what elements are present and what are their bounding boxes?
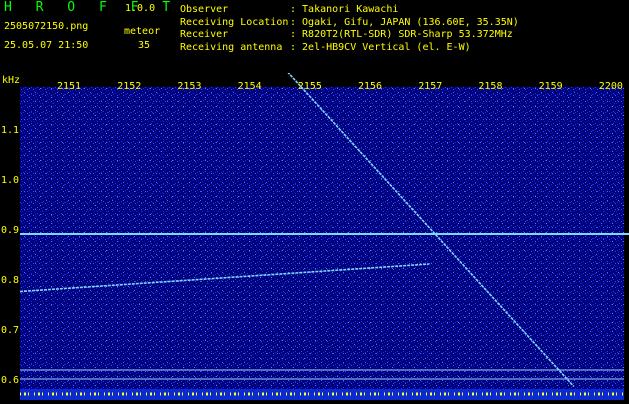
event-count: 35 xyxy=(138,40,151,51)
header-panel: H R O F F T 1.0.0 2505072150.png meteor … xyxy=(0,0,629,73)
y-unit-label: kHz xyxy=(2,75,20,86)
info-row-observer: Observer: Takanori Kawachi xyxy=(180,4,399,15)
x-tick-label: 2156 xyxy=(358,81,382,92)
app-version: 1.0.0 xyxy=(125,3,156,14)
info-row-receiver: Receiver: R820T2(RTL-SDR) SDR-Sharp 53.3… xyxy=(180,29,513,40)
y-tick-label: 0.8 xyxy=(1,275,19,286)
x-tick-label: 2158 xyxy=(478,81,502,92)
y-tick-label: 0.6 xyxy=(1,375,19,386)
station-info: Observer: Takanori Kawachi Receiving Loc… xyxy=(180,4,519,54)
y-tick-label: 1.1 xyxy=(1,125,19,136)
spectrogram-noise-overlay xyxy=(20,87,624,400)
event-label: meteor xyxy=(124,26,161,37)
x-tick-label: 2159 xyxy=(539,81,563,92)
x-tick-label: 2152 xyxy=(117,81,141,92)
y-tick-label: 0.7 xyxy=(1,325,19,336)
x-tick-label: 2154 xyxy=(238,81,262,92)
x-tick-label: 2200 xyxy=(599,81,623,92)
info-row-antenna: Receiving antenna: 2el-HB9CV Vertical (e… xyxy=(180,41,471,53)
file-name: 2505072150.png xyxy=(4,21,89,32)
spectrogram-plot: kHz 2151 2152 2153 2154 2155 2156 2157 2158 2159… xyxy=(0,68,629,400)
y-tick-label: 1.0 xyxy=(1,175,19,186)
x-tick-label: 2157 xyxy=(418,81,442,92)
y-tick-label: 0.9 xyxy=(1,225,19,236)
spectrogram-svg: kHz 2151 2152 2153 2154 2155 2156 2157 2158 2159… xyxy=(0,68,629,400)
x-tick-label: 2153 xyxy=(177,81,201,92)
timestamp: 25.05.07 21:50 xyxy=(4,40,89,51)
x-tick-label: 2151 xyxy=(57,81,81,92)
info-row-location: Receiving Location: Ogaki, Gifu, JAPAN (… xyxy=(180,16,519,28)
